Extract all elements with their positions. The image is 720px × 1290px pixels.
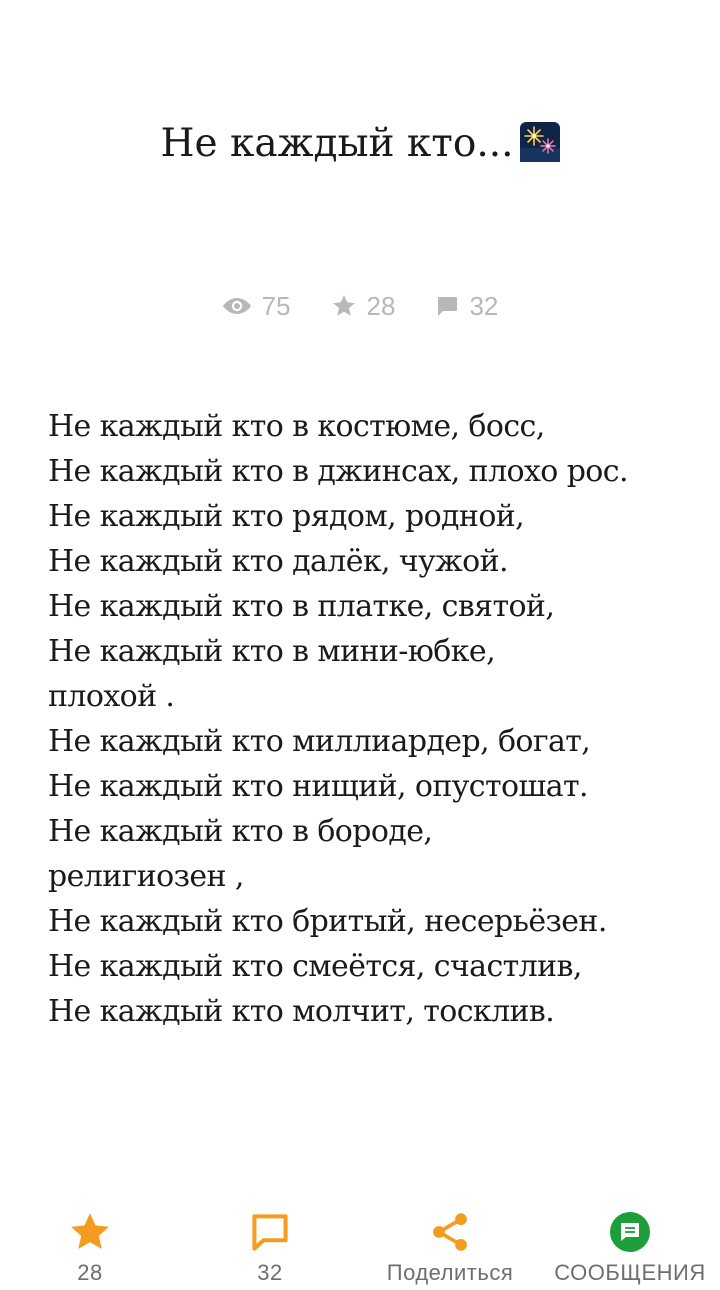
share-label: Поделиться (386, 1260, 514, 1285)
poem-line: Не каждый кто в бороде, (48, 814, 433, 849)
comments-count-bar: 32 (257, 1260, 283, 1285)
poem-line: религиозен , (48, 859, 244, 894)
eye-icon (222, 298, 251, 314)
comment-icon (438, 297, 458, 316)
poem-line: плохой . (48, 679, 175, 714)
views-stat: 75 (222, 291, 291, 322)
messages-label: СООБЩЕНИЯ (554, 1260, 706, 1285)
poem-line: Не каждый кто молчит, тосклив. (48, 994, 555, 1029)
like-count: 28 (77, 1260, 103, 1285)
stars-count: 28 (366, 290, 396, 321)
star-filled-icon (71, 1213, 109, 1250)
poem-line: Не каждый кто нищий, опустошат. (48, 769, 589, 804)
poem-body: Не каждый кто в костюме, босс, Не каждый… (48, 404, 688, 1034)
poem-line: Не каждый кто смеётся, счастлив, (48, 949, 582, 984)
poem-line: Не каждый кто миллиардер, богат, (48, 724, 591, 759)
poem-line: Не каждый кто в мини-юбке, (48, 634, 496, 669)
messages-icon (610, 1212, 650, 1252)
post-title-text: Не каждый кто... (160, 121, 514, 166)
post-stats: 75 28 32 (0, 288, 720, 324)
messages-button[interactable]: СООБЩЕНИЯ (540, 1210, 720, 1290)
poem-line: Не каждый кто в джинсах, плохо рос. (48, 454, 629, 489)
post-title: Не каждый кто... (0, 116, 720, 172)
comments-count: 32 (469, 290, 499, 321)
star-icon (332, 295, 355, 316)
share-icon (433, 1213, 467, 1251)
like-button[interactable]: 28 (0, 1210, 180, 1290)
comments-stat: 32 (435, 291, 498, 322)
poem-line: Не каждый кто рядом, родной, (48, 499, 525, 534)
comments-button[interactable]: 32 (180, 1210, 360, 1290)
poem-line: Не каждый кто в платке, святой, (48, 589, 555, 624)
share-button[interactable]: Поделиться (360, 1210, 540, 1290)
comment-outline-icon (252, 1214, 288, 1251)
bottom-action-bar: 28 32 Поделиться СООБЩЕНИЯ (0, 1200, 720, 1285)
poem-line: Не каждый кто далёк, чужой. (48, 544, 509, 579)
poem-line: Не каждый кто бритый, несерьёзен. (48, 904, 607, 939)
views-count: 75 (261, 290, 291, 321)
stars-stat: 28 (331, 290, 396, 322)
poem-line: Не каждый кто в костюме, босс, (48, 409, 545, 444)
sparkler-night-icon (519, 122, 560, 162)
